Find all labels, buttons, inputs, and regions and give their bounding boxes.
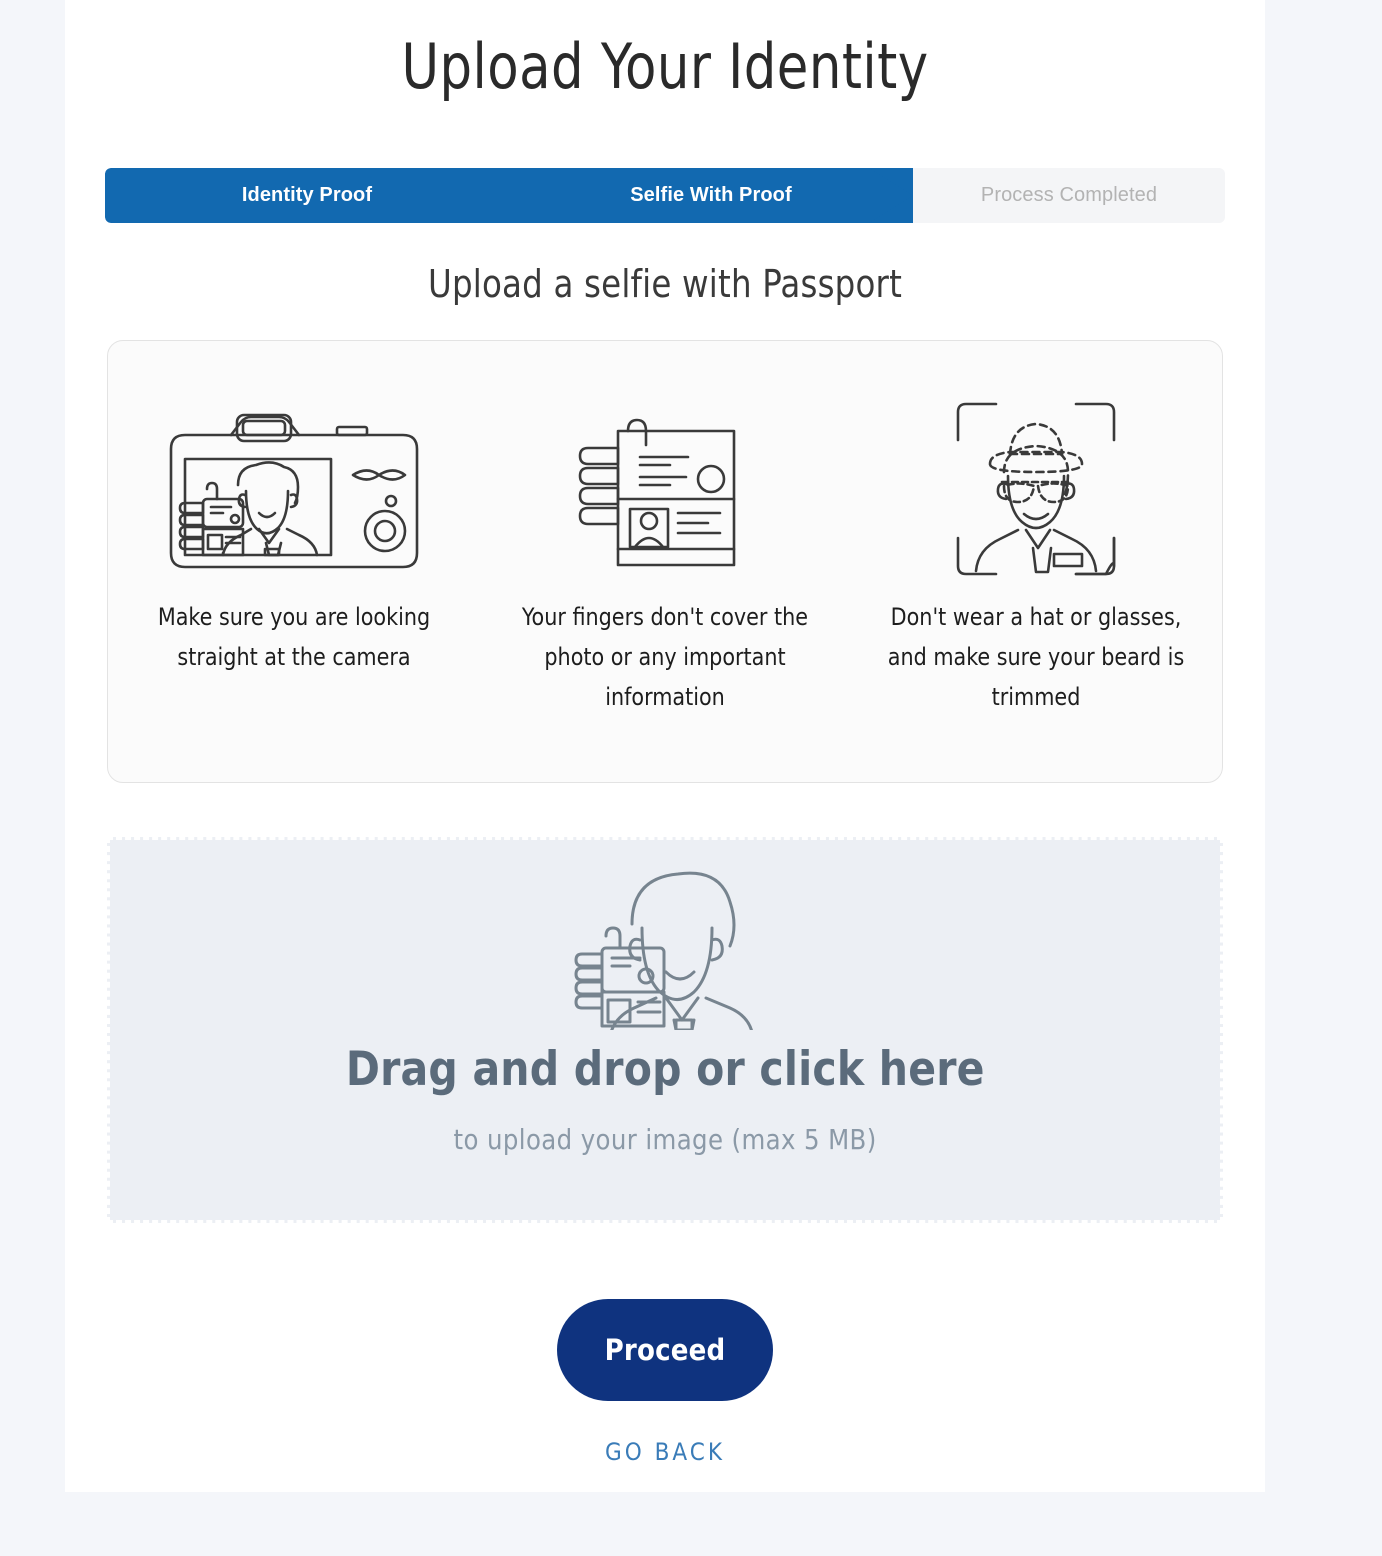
instruction-text: Your fingers don't cover the photo or an… bbox=[521, 603, 809, 711]
camera-selfie-icon bbox=[163, 399, 425, 579]
dropzone-subtitle: to upload your image (max 5 MB) bbox=[453, 1123, 877, 1156]
dropzone-title: Drag and drop or click here bbox=[345, 1042, 985, 1097]
instruction-item: Don't wear a hat or glasses, and make su… bbox=[851, 341, 1222, 782]
step-process-completed[interactable]: Process Completed bbox=[913, 168, 1225, 223]
face-scan-no-hat-glasses-icon bbox=[950, 399, 1122, 579]
step-identity-proof[interactable]: Identity Proof bbox=[105, 168, 509, 223]
instruction-item: Make sure you are looking straight at th… bbox=[108, 341, 479, 782]
hand-holding-id-card-icon bbox=[572, 399, 758, 579]
person-holding-id-icon bbox=[565, 862, 765, 1030]
identity-upload-card: Upload Your Identity Identity Proof Self… bbox=[65, 0, 1265, 1492]
sub-heading: Upload a selfie with Passport bbox=[427, 262, 903, 306]
step-selfie-with-proof[interactable]: Selfie With Proof bbox=[509, 168, 913, 223]
instruction-text: Don't wear a hat or glasses, and make su… bbox=[888, 603, 1185, 711]
page-title: Upload Your Identity bbox=[401, 30, 929, 103]
file-dropzone[interactable]: Drag and drop or click here to upload yo… bbox=[107, 837, 1223, 1223]
instruction-text: Make sure you are looking straight at th… bbox=[157, 603, 430, 671]
instruction-item: Your fingers don't cover the photo or an… bbox=[479, 341, 850, 782]
instructions-panel: Make sure you are looking straight at th… bbox=[107, 340, 1223, 783]
progress-stepper: Identity Proof Selfie With Proof Process… bbox=[105, 168, 1225, 223]
proceed-button[interactable]: Proceed bbox=[557, 1299, 773, 1401]
go-back-link[interactable]: GO BACK bbox=[65, 1438, 1265, 1466]
